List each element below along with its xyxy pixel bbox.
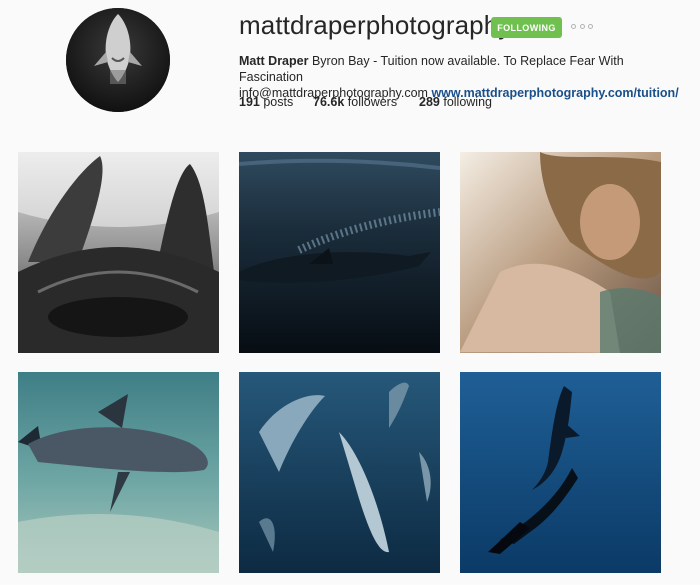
dot-1 (571, 23, 576, 29)
profile-username: mattdraperphotography (239, 10, 512, 40)
profile-bio: Matt Draper Byron Bay - Tuition now avai… (239, 53, 689, 101)
followers-label: followers (347, 95, 398, 109)
dot-3 (588, 23, 593, 29)
followers-count: 76.6k (313, 95, 345, 109)
post-thumbnail-4[interactable] (18, 372, 219, 573)
post-thumbnail-6[interactable] (460, 372, 661, 573)
post-thumbnail-2[interactable] (239, 152, 440, 353)
profile-avatar[interactable] (66, 8, 170, 112)
ellipsis-icon[interactable] (571, 19, 593, 33)
following-label: following (443, 95, 492, 109)
post-thumbnail-1[interactable] (18, 152, 219, 353)
post-thumbnail-3[interactable] (460, 152, 661, 353)
following-button[interactable]: FOLLOWING (491, 17, 562, 38)
stat-posts: 191 posts (239, 95, 313, 109)
bio-line-1: Matt Draper Byron Bay - Tuition now avai… (239, 53, 689, 85)
posts-grid (18, 152, 661, 573)
profile-stats: 191 posts 76.6k followers 289 following (239, 95, 492, 109)
stat-following[interactable]: 289 following (419, 95, 492, 109)
stat-followers[interactable]: 76.6k followers (313, 95, 419, 109)
posts-label: posts (263, 95, 294, 109)
profile-full-name: Matt Draper (239, 54, 309, 68)
post-thumbnail-5[interactable] (239, 372, 440, 573)
posts-count: 191 (239, 95, 260, 109)
following-count: 289 (419, 95, 440, 109)
dot-2 (579, 23, 585, 29)
